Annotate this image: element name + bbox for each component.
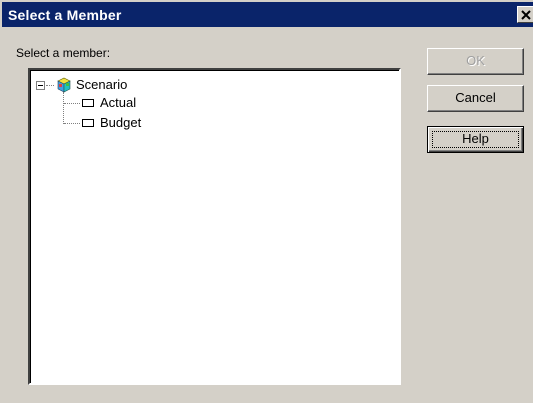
select-member-dialog: Select a Member Select a member: Scenari…: [0, 0, 533, 403]
close-icon: [521, 10, 531, 20]
cancel-button-label: Cancel: [455, 90, 496, 105]
tree-connector: [63, 92, 64, 124]
cube-dimension-icon: [57, 77, 71, 93]
ok-button-label: OK: [466, 53, 485, 68]
help-button[interactable]: Help: [427, 126, 524, 153]
tree-connector: [64, 123, 80, 124]
help-button-label: Help: [462, 131, 489, 146]
dialog-title: Select a Member: [8, 7, 122, 23]
member-tree[interactable]: Scenario Actual Budget: [28, 68, 401, 385]
tree-node-label: Actual: [100, 95, 137, 110]
tree-connector: [46, 85, 54, 86]
member-leaf-icon: [82, 99, 94, 107]
tree-connector: [64, 103, 80, 104]
cancel-button[interactable]: Cancel: [427, 85, 524, 112]
tree-node-label: Budget: [100, 115, 142, 130]
tree-node-label: Scenario: [76, 77, 128, 92]
close-button[interactable]: [517, 6, 533, 23]
select-member-label: Select a member:: [16, 46, 111, 60]
title-bar[interactable]: Select a Member: [2, 2, 533, 27]
member-leaf-icon: [82, 119, 94, 127]
collapse-toggle-icon[interactable]: [36, 81, 45, 90]
ok-button[interactable]: OK: [427, 48, 524, 75]
